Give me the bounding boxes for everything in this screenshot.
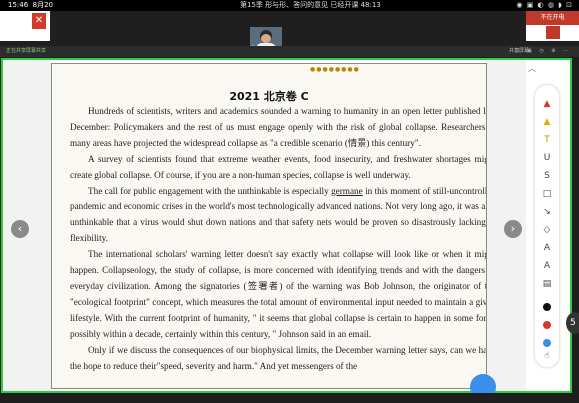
eraser-tool-icon[interactable]: ◇: [535, 223, 559, 237]
comment-tool-icon[interactable]: ▤: [535, 277, 559, 291]
color-red-swatch[interactable]: [543, 321, 551, 329]
marker-yellow-icon[interactable]: ▲: [535, 115, 559, 129]
strikethrough-tool-icon[interactable]: S: [535, 169, 559, 183]
paragraph-3: The call for public engagement with the …: [70, 185, 487, 244]
meeting-toolbar-icons[interactable]: ▢ ▣ ◷ ⊕ ⋯: [515, 46, 571, 57]
next-page-icon[interactable]: ›: [504, 220, 522, 238]
participant-face: [261, 34, 271, 43]
underline-tool-icon[interactable]: U: [535, 151, 559, 165]
system-status-bar: 15:46 8月20 第15季 形与形、答问的意见 已经开课 48:13 ◉ ▣…: [0, 0, 579, 11]
annotation-toolbar: ▲ ▲ T U S □ ↘ ◇ A A ▤ ☝: [535, 85, 559, 367]
paragraph-4: The international scholars' warning lett…: [70, 249, 487, 339]
meeting-toolbar: 正在共享屏幕共享 共享屏幕 ▢ ▣ ◷ ⊕ ⋯: [0, 46, 579, 57]
sharing-indicator[interactable]: 正在共享屏幕共享: [6, 46, 46, 57]
color-blue-swatch[interactable]: [543, 339, 551, 347]
underlined-word: germane: [331, 185, 363, 196]
page-indicator-dots: ●●●●●●●●: [310, 66, 360, 73]
document-page: ●●●●●●●● 2021 北京卷 C Hundreds of scientis…: [51, 63, 487, 389]
page-title: 2021 北京卷 C: [229, 90, 309, 103]
previous-page-icon[interactable]: ‹: [11, 220, 29, 238]
status-icons: ◉ ▣ ◐ ◍ ◗ ⊡: [516, 1, 573, 9]
rectangle-tool-icon[interactable]: □: [535, 187, 559, 201]
text-a-tool-icon[interactable]: A: [535, 241, 559, 255]
close-icon[interactable]: ✕: [32, 13, 46, 29]
color-black-swatch[interactable]: [543, 303, 551, 311]
text-tool-icon[interactable]: T: [535, 133, 559, 147]
edge-handle[interactable]: 5: [566, 312, 579, 334]
status-time: 15:46 8月20: [8, 1, 54, 9]
paragraph-1: Hundreds of scientists, writers and acad…: [70, 106, 487, 148]
highlight-a-tool-icon[interactable]: A: [535, 259, 559, 273]
background-app-button[interactable]: [546, 26, 560, 39]
paragraph-5: Only if we discuss the consequences of o…: [70, 344, 487, 371]
background-app-left: ✕: [0, 11, 50, 41]
background-app-right: 不在开电: [526, 11, 579, 41]
arrow-tool-icon[interactable]: ↘: [535, 205, 559, 219]
meeting-info: 第15季 形与形、答问的意见 已经开课 48:13: [240, 1, 381, 9]
document-body: Hundreds of scientists, writers and acad…: [70, 104, 487, 374]
marker-red-icon[interactable]: ▲: [535, 97, 559, 111]
collapse-chevron-icon[interactable]: ︿: [528, 63, 536, 74]
paragraph-2: A survey of scientists found that extrem…: [70, 153, 487, 180]
hand-pointer-icon[interactable]: ☝: [535, 349, 559, 363]
background-app-tab[interactable]: 不在开电: [526, 11, 579, 25]
bottom-bar: [0, 393, 579, 403]
